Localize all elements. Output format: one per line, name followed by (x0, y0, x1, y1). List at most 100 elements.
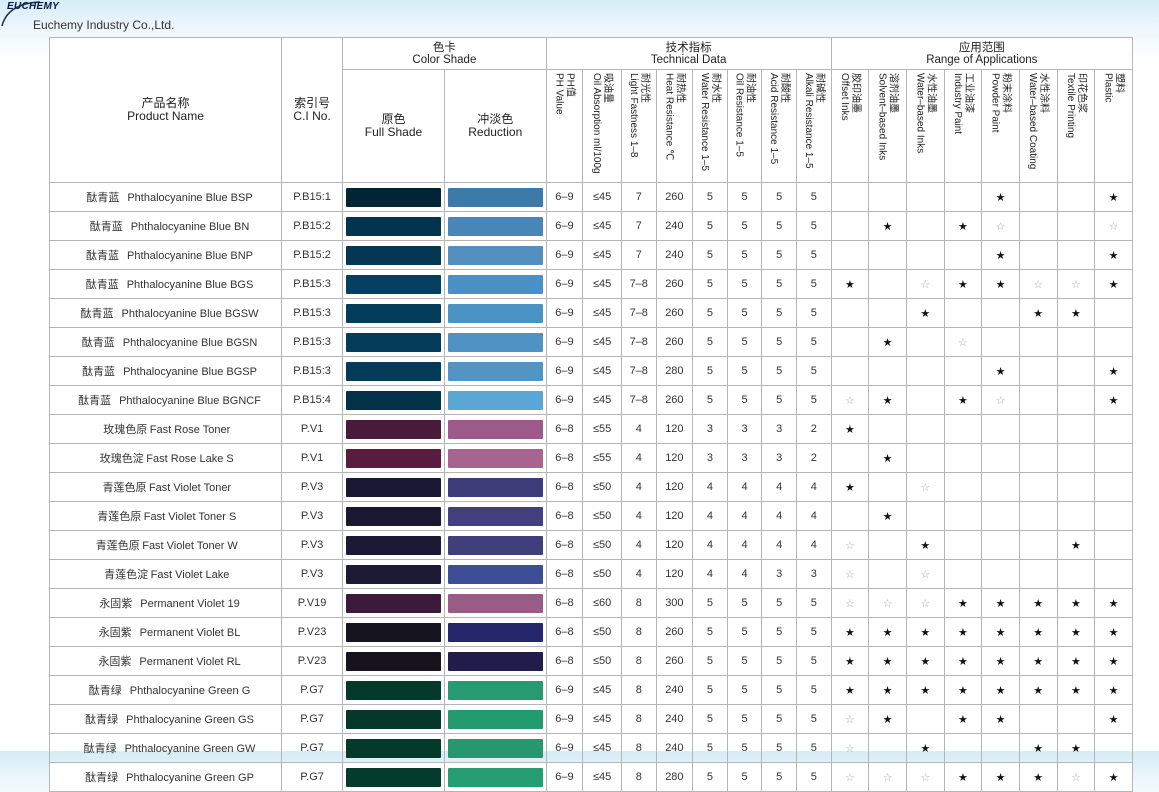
star-icon: ★ (845, 626, 855, 639)
app-cell (905, 356, 945, 386)
app-cell: ☆ (830, 559, 870, 589)
ci-number-cell: P.B15:2 (281, 240, 344, 270)
app-cell (1094, 327, 1133, 357)
full-shade-swatch (346, 593, 441, 613)
product-name-zh: 酞青蓝 (80, 308, 114, 320)
table-row: 玫瑰色淀 Fast Rose Lake S P.V1 6–8 ≤55 4 120 3 3 3 2 ★ (48, 443, 1133, 473)
tech-value-cell: ≤50 (582, 530, 622, 560)
table-row: 酞青蓝 Phthalocyanine Blue BN P.B15:2 6–9 ≤45 7 2… (48, 211, 1133, 241)
reduction-swatch (447, 361, 543, 381)
star-icon: ★ (882, 684, 893, 697)
tech-value-cell: 5 (726, 646, 763, 676)
hollow-star-icon: ☆ (920, 278, 931, 291)
star-icon: ★ (995, 365, 1006, 378)
full-shade-swatch (346, 709, 441, 729)
ci-number-cell: P.V3 (281, 501, 344, 531)
star-icon: ★ (1033, 626, 1044, 639)
star-icon: ★ (957, 713, 968, 726)
reduction-cell (443, 733, 547, 763)
app-cell: ★ (868, 327, 907, 357)
star-icon: ★ (882, 510, 893, 523)
star-icon: ★ (957, 771, 968, 784)
app-cell: ★ (1056, 530, 1096, 560)
product-name-cell: 酞青绿 Phthalocyanine Green G (48, 675, 283, 705)
tech-value-cell: 4 (795, 501, 832, 531)
app-cell: ★ (1094, 617, 1133, 647)
app-cell: ★ (1018, 588, 1058, 618)
app-cell: ★ (830, 646, 870, 676)
tech-header-2: 耐光性 Light Fastness 1–8 (620, 69, 657, 183)
tech-value-cell: 3 (761, 443, 797, 473)
product-name-cell: 玫瑰色原 Fast Rose Toner (48, 414, 283, 444)
tech-value-cell: 5 (692, 182, 728, 212)
tech-value-cell: ≤45 (582, 733, 622, 763)
app-cell (1056, 240, 1096, 270)
app-cell (943, 182, 983, 212)
tech-value-cell: 8 (620, 762, 657, 792)
app-cell (830, 211, 870, 241)
product-name-en: Phthalocyanine Blue BGS (126, 279, 254, 291)
app-cell (1094, 443, 1133, 473)
tech-value-cell: ≤45 (582, 356, 622, 386)
product-name-zh: 酞青蓝 (86, 192, 120, 204)
app-header-en: Plastic (1102, 73, 1114, 103)
reduction-cell (443, 530, 547, 560)
reduction-cell (443, 356, 547, 386)
full-shade-cell (342, 530, 445, 560)
reduction-swatch (447, 593, 543, 613)
app-cell (830, 182, 870, 212)
tech-value-cell: 6–9 (545, 240, 584, 270)
star-icon: ★ (1108, 655, 1119, 668)
app-cell: ★ (1094, 385, 1133, 415)
full-shade-swatch (346, 332, 441, 352)
tech-header-6: 耐酸性 Acid Resistance 1–5 (761, 69, 797, 183)
product-name-cell: 酞青蓝 Phthalocyanine Blue BGSW (48, 298, 283, 328)
app-cell: ★ (1056, 617, 1096, 647)
app-cell (943, 530, 983, 560)
full-shade-swatch (346, 767, 441, 787)
app-cell (943, 501, 983, 531)
reduction-swatch (447, 535, 543, 555)
full-shade-cell (342, 182, 445, 212)
product-name-zh: 酞青绿 (85, 714, 119, 726)
product-name-en: Phthalocyanine Green GP (126, 772, 254, 784)
table-row: 青莲色原 Fast Violet Toner W P.V3 6–8 ≤50 4 120 4 4 4… (48, 530, 1133, 560)
app-cell (1018, 211, 1058, 241)
tech-value-cell: 6–8 (545, 414, 584, 444)
tech-header-zh: 吸油量 (602, 73, 614, 103)
tech-value-cell: 5 (795, 356, 832, 386)
full-shade-swatch (346, 187, 441, 207)
tech-value-cell: 6–9 (545, 762, 584, 792)
tech-value-cell: 4 (726, 501, 763, 531)
reduction-swatch (447, 651, 543, 671)
ci-number-header: 索引号 C.I No. (281, 37, 344, 183)
hollow-star-icon: ☆ (882, 771, 893, 784)
product-name-en: Phthalocyanine Blue BN (130, 221, 250, 233)
tech-value-cell: 5 (692, 327, 728, 357)
product-name-cell: 酞青蓝 Phthalocyanine Blue BSP (48, 182, 283, 212)
hollow-star-icon: ☆ (1070, 771, 1081, 784)
tech-value-cell: 5 (726, 588, 763, 618)
app-cell (830, 240, 870, 270)
app-cell: ☆ (830, 762, 870, 792)
full-shade-header: 原色 Full Shade (342, 69, 445, 183)
app-cell: ★ (1018, 298, 1058, 328)
app-cell: ★ (868, 617, 907, 647)
tech-header-4: 耐水性 Water Resistance 1–5 (692, 69, 728, 183)
star-icon: ★ (995, 771, 1006, 784)
tech-value-cell: 5 (726, 675, 763, 705)
tech-header-en: Light Fastness 1–8 (627, 73, 639, 158)
app-cell: ★ (943, 646, 983, 676)
tech-value-cell: ≤45 (582, 762, 622, 792)
ci-number-cell: P.V23 (281, 646, 344, 676)
app-cell: ☆ (943, 327, 983, 357)
product-name-cell: 酞青绿 Phthalocyanine Green GS (48, 704, 283, 734)
full-shade-cell (342, 414, 445, 444)
star-icon: ★ (845, 423, 855, 436)
app-cell: ★ (943, 211, 983, 241)
tech-header-zh: 耐水性 (709, 73, 721, 103)
tech-header-en: Oil Absorption ml/100g (591, 73, 603, 174)
app-cell: ★ (830, 617, 870, 647)
tech-value-cell: 6–9 (545, 269, 584, 299)
tech-value-cell: ≤45 (582, 240, 622, 270)
